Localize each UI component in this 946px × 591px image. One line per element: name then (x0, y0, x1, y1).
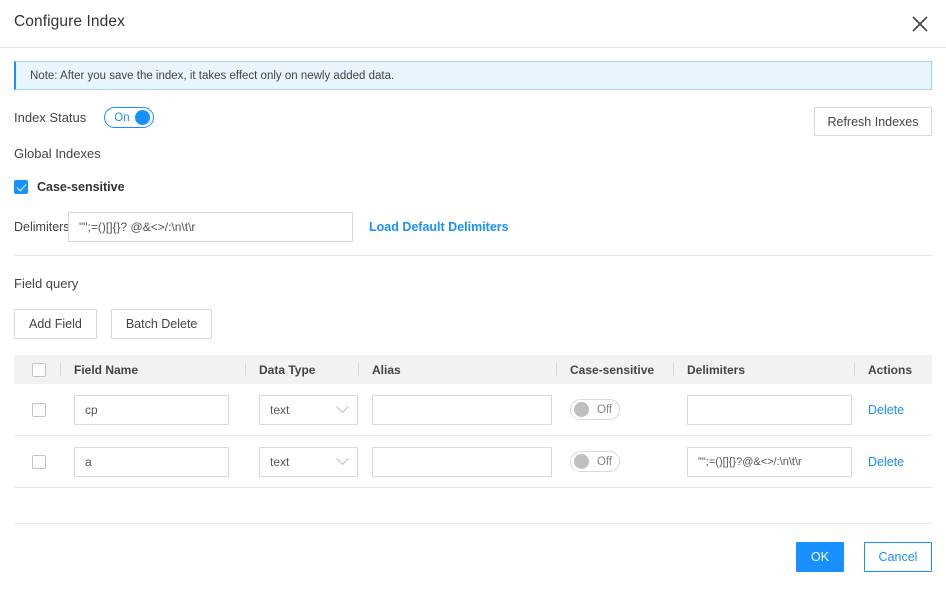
field-query-title: Field query (14, 276, 79, 291)
alias-input[interactable] (372, 446, 552, 477)
alias-input[interactable] (372, 394, 552, 425)
column-header-field-name: Field Name (60, 355, 245, 384)
case-sensitive-toggle-label: Off (597, 403, 613, 416)
global-delimiters-input[interactable] (68, 212, 353, 242)
toggle-knob-icon (135, 110, 151, 125)
dialog-footer: OK Cancel (796, 542, 932, 572)
row-alias-cell (358, 384, 556, 436)
configure-index-dialog: Configure Index Note: After you save the… (0, 0, 946, 591)
refresh-indexes-button[interactable]: Refresh Indexes (814, 107, 932, 136)
index-status-label: Index Status (14, 110, 87, 125)
dialog-header: Configure Index (0, 0, 946, 48)
index-status-toggle[interactable]: On (104, 107, 155, 128)
select-all-checkbox[interactable] (32, 362, 46, 377)
row-select-checkbox[interactable] (32, 454, 46, 469)
case-sensitive-toggle[interactable]: Off (570, 451, 620, 472)
column-header-alias: Alias (358, 355, 556, 384)
global-case-sensitive-row[interactable]: Case-sensitive (14, 180, 125, 194)
select-all-cell (14, 355, 60, 384)
column-header-actions: Actions (854, 355, 932, 384)
delete-row-link[interactable]: Delete (868, 455, 904, 469)
row-delimiters-input[interactable] (687, 394, 852, 425)
field-name-input[interactable] (74, 394, 229, 425)
global-delimiters-row: Delimiters Load Default Delimiters (14, 212, 509, 242)
data-type-select[interactable]: text (259, 446, 358, 477)
row-data-type-cell: text (245, 436, 358, 488)
load-default-delimiters-link[interactable]: Load Default Delimiters (369, 220, 509, 234)
batch-delete-button[interactable]: Batch Delete (110, 309, 213, 339)
table-header-row: Field Name Data Type Alias Case-sensitiv… (14, 355, 932, 384)
row-delimiters-cell (673, 384, 854, 436)
ok-button[interactable]: OK (796, 542, 844, 572)
row-select-checkbox[interactable] (32, 402, 46, 417)
column-header-data-type: Data Type (245, 355, 358, 384)
delete-row-link[interactable]: Delete (868, 403, 904, 417)
table-row: text Off Delete (14, 436, 932, 488)
row-select-cell (14, 384, 60, 436)
page-title: Configure Index (14, 13, 125, 30)
column-header-case-sensitive: Case-sensitive (556, 355, 673, 384)
field-name-input[interactable] (74, 446, 229, 477)
column-header-delimiters: Delimiters (673, 355, 854, 384)
global-case-sensitive-checkbox[interactable] (14, 180, 28, 194)
global-delimiters-label: Delimiters (14, 220, 70, 234)
close-icon[interactable] (908, 12, 932, 36)
row-select-cell (14, 436, 60, 488)
row-delimiters-cell (673, 436, 854, 488)
data-type-select[interactable]: text (259, 394, 358, 425)
field-query-actions: Add Field Batch Delete (14, 309, 213, 339)
case-sensitive-toggle[interactable]: Off (570, 399, 620, 420)
note-banner: Note: After you save the index, it takes… (14, 61, 932, 90)
add-field-button[interactable]: Add Field (14, 309, 97, 339)
row-delimiters-input[interactable] (687, 446, 852, 477)
global-indexes-title: Global Indexes (14, 146, 101, 161)
row-field-name-cell (60, 436, 245, 488)
row-case-sensitive-cell: Off (556, 436, 673, 488)
index-status-row: Index Status On (14, 107, 155, 128)
global-case-sensitive-label: Case-sensitive (37, 180, 125, 194)
row-alias-cell (358, 436, 556, 488)
toggle-knob-icon (574, 454, 589, 469)
cancel-button[interactable]: Cancel (864, 542, 932, 572)
row-data-type-cell: text (245, 384, 358, 436)
section-divider (14, 255, 932, 256)
index-status-toggle-label: On (114, 111, 130, 124)
data-type-value: text (270, 402, 290, 417)
chevron-down-icon (336, 400, 349, 414)
toggle-knob-icon (574, 402, 589, 417)
field-query-table: Field Name Data Type Alias Case-sensitiv… (14, 355, 932, 488)
row-actions-cell: Delete (854, 384, 932, 436)
note-text: Note: After you save the index, it takes… (30, 69, 395, 82)
row-actions-cell: Delete (854, 436, 932, 488)
row-case-sensitive-cell: Off (556, 384, 673, 436)
case-sensitive-toggle-label: Off (597, 455, 613, 468)
footer-divider (14, 523, 932, 524)
table-row: text Off Delete (14, 384, 932, 436)
chevron-down-icon (336, 452, 349, 466)
row-field-name-cell (60, 384, 245, 436)
data-type-value: text (270, 454, 290, 469)
